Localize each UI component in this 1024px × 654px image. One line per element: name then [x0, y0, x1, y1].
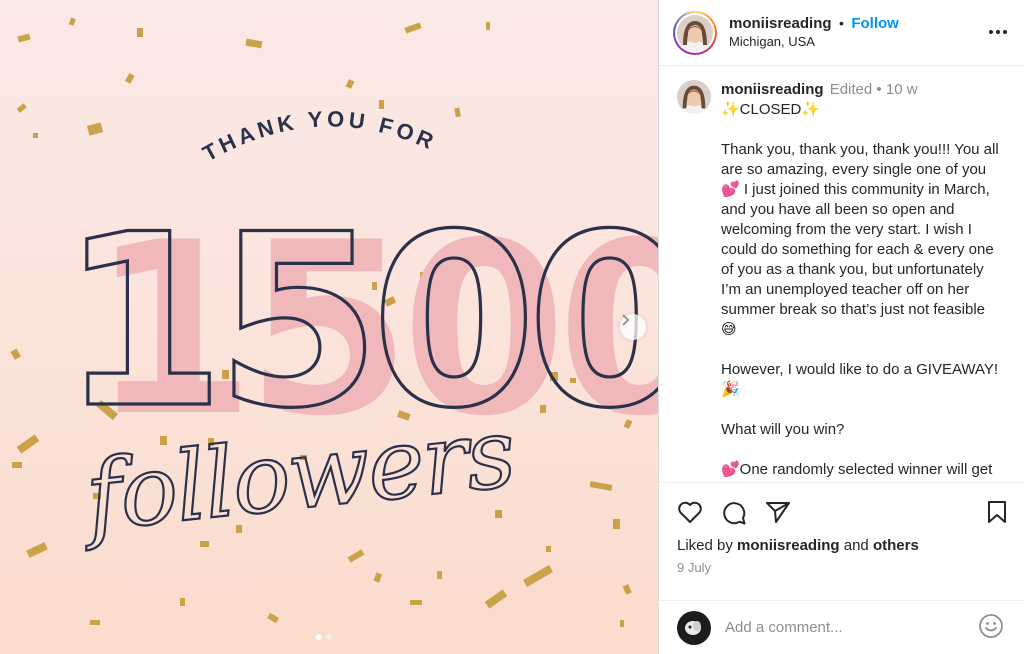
caption-paragraph: Thank you, thank you, thank you!!! You a…: [721, 141, 999, 338]
liked-by-prefix: Liked by: [677, 537, 733, 554]
liked-by-and: and: [843, 537, 869, 554]
save-button[interactable]: [986, 500, 1008, 529]
likes-summary: Liked by moniisreading and others: [677, 537, 919, 554]
thank-you-arc-text: THANK YOU FOR: [198, 106, 440, 166]
add-comment-bar: [659, 600, 1024, 654]
caption-username[interactable]: moniisreading: [721, 81, 824, 98]
dot-separator: •: [876, 81, 882, 98]
caption-scroll-area[interactable]: moniisreading Edited • 10 w ✨CLOSED✨ Tha…: [659, 66, 1024, 482]
liked-by-user[interactable]: moniisreading: [737, 537, 840, 554]
comment-button[interactable]: [721, 500, 747, 531]
caption-avatar[interactable]: [677, 80, 711, 114]
carousel-dot: [326, 634, 332, 640]
bookmark-icon: [988, 501, 1006, 523]
carousel-dot-active: [316, 634, 322, 640]
caption-body: moniisreading Edited • 10 w ✨CLOSED✨ Tha…: [721, 80, 1010, 482]
post-date[interactable]: 9 July: [677, 560, 711, 575]
story-ring[interactable]: [673, 10, 717, 55]
more-icon: [989, 30, 993, 34]
emoji-button[interactable]: [978, 613, 1004, 644]
post-side-panel: moniisreading • Follow Michigan, USA mon…: [658, 0, 1024, 654]
edited-label: Edited: [829, 81, 873, 98]
caption-paragraph: What will you win?: [721, 421, 845, 438]
post-image[interactable]: THANK YOU FOR 1500 1500 followers: [0, 0, 658, 654]
post-header: moniisreading • Follow Michigan, USA: [659, 0, 1024, 66]
share-button[interactable]: [765, 500, 791, 529]
caption-title: ✨CLOSED✨: [721, 101, 821, 118]
more-options-button[interactable]: [986, 22, 1010, 42]
current-user-avatar: [677, 610, 711, 645]
chevron-right-icon: [622, 314, 630, 326]
next-image-button[interactable]: [620, 314, 646, 340]
comment-input[interactable]: [725, 619, 965, 636]
header-username[interactable]: moniisreading: [729, 15, 832, 32]
post-graphic: THANK YOU FOR 1500 1500 followers: [10, 17, 658, 627]
header-separator: •: [838, 15, 844, 31]
emoji-icon: [979, 614, 1003, 638]
post-actions: Liked by moniisreading and others 9 July: [659, 482, 1024, 600]
location-link[interactable]: Michigan, USA: [729, 33, 899, 51]
follow-button[interactable]: Follow: [851, 15, 899, 32]
caption-paragraph: However, I would like to do a GIVEAWAY! …: [721, 361, 999, 398]
post-time[interactable]: 10 w: [886, 81, 918, 98]
share-icon: [766, 502, 790, 523]
comment-icon: [723, 502, 746, 525]
liked-by-others[interactable]: others: [873, 537, 919, 554]
heart-icon: [678, 501, 702, 523]
carousel-dots: [316, 634, 332, 640]
caption-paragraph: 💕One randomly selected winner will get a…: [721, 461, 993, 482]
avatar: [677, 14, 713, 51]
like-button[interactable]: [677, 500, 703, 529]
